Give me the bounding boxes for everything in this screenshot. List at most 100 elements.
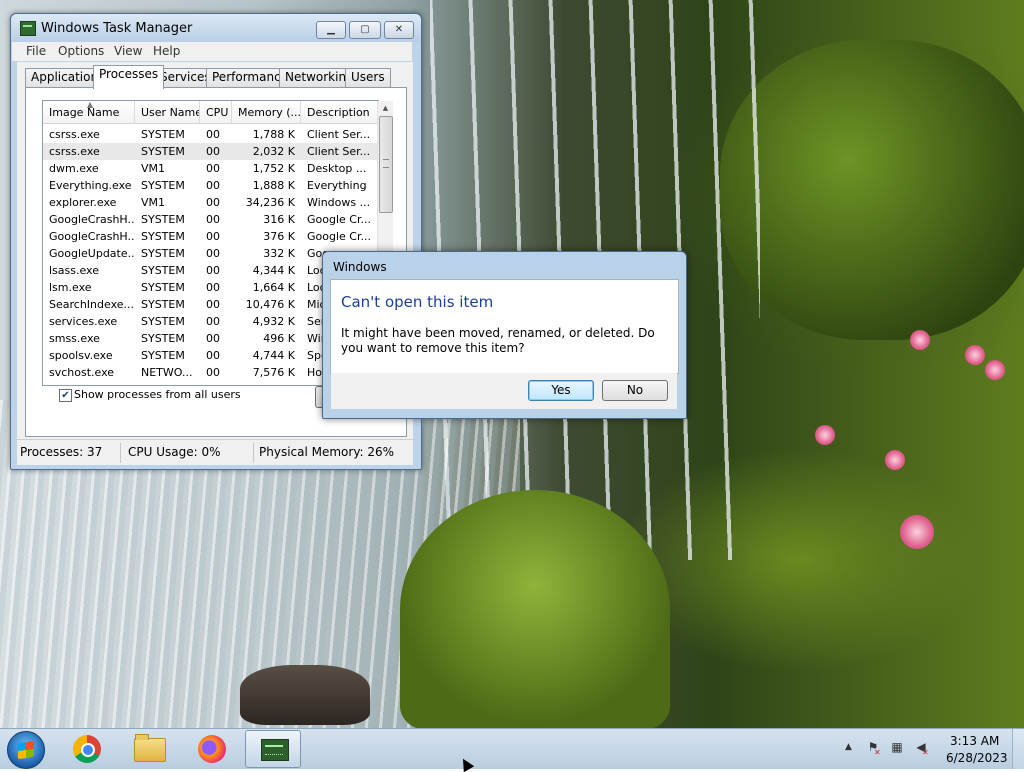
cell-image-name: lsm.exe [49,281,92,294]
table-row[interactable]: Everything.exe SYSTEM 00 1,888 K Everything [43,177,378,194]
cell-description: Everything [307,179,367,192]
cell-description: Windows ... [307,196,371,209]
wallpaper-rock [240,665,370,725]
cell-memory: 4,344 K [252,264,295,277]
show-hidden-icons-icon[interactable]: ▲ [845,742,852,752]
sort-ascending-icon: ▲ [87,101,94,109]
tab-processes[interactable]: Processes [93,65,165,89]
cell-user-name: SYSTEM [141,332,185,345]
cell-memory: 7,576 K [252,366,295,379]
cell-image-name: dwm.exe [49,162,99,175]
close-button[interactable]: ✕ [384,21,414,39]
cell-cpu: 00 [206,366,220,379]
column-header-memory[interactable]: Memory (... [232,101,301,123]
cell-image-name: spoolsv.exe [49,349,113,362]
cell-image-name: Everything.exe [49,179,132,192]
volume-muted-icon[interactable]: ◀ ✕ [914,740,928,757]
cell-cpu: 00 [206,315,220,328]
column-header-user-name[interactable]: User Name [135,101,200,123]
wallpaper-flower [885,450,905,470]
wallpaper-moss-rock [400,490,670,728]
no-button[interactable]: No [602,380,668,401]
task-manager-app-icon [20,21,36,36]
dialog-footer: Yes No [331,373,677,409]
scroll-up-arrow-icon[interactable]: ▲ [378,101,393,115]
cell-cpu: 00 [206,230,220,243]
cell-user-name: SYSTEM [141,298,185,311]
column-header-description[interactable]: Description [301,101,378,123]
column-header-image-name[interactable]: ▲ Image Name [43,101,135,123]
cell-image-name: csrss.exe [49,145,100,158]
menu-help[interactable]: Help [153,44,180,58]
menu-bar: File Options View Help [12,42,412,61]
cell-cpu: 00 [206,128,220,141]
cell-image-name: services.exe [49,315,118,328]
minimize-button[interactable]: ▁ [316,21,346,39]
dialog-title: Windows [333,260,387,274]
cell-user-name: SYSTEM [141,315,185,328]
taskbar-firefox-button[interactable] [183,730,239,768]
show-desktop-button[interactable] [1012,729,1024,769]
show-all-users-checkbox[interactable]: ✔ [59,389,72,402]
cell-description: Desktop ... [307,162,367,175]
table-row[interactable]: explorer.exe VM1 00 34,236 K Windows ... [43,194,378,211]
cell-memory: 316 K [263,213,295,226]
cell-cpu: 00 [206,179,220,192]
cell-cpu: 00 [206,332,220,345]
network-icon[interactable]: ▦ [890,740,904,754]
menu-options[interactable]: Options [58,44,104,58]
task-manager-titlebar[interactable]: Windows Task Manager ▁ ▢ ✕ [11,14,421,42]
menu-view[interactable]: View [114,44,142,58]
cell-cpu: 00 [206,298,220,311]
status-bar: Processes: 37 CPU Usage: 0% Physical Mem… [17,439,413,465]
cant-open-dialog[interactable]: Windows Can't open this item It might ha… [322,251,687,419]
cell-cpu: 00 [206,247,220,260]
wallpaper-moss [720,40,1024,340]
cell-description: Google Cr... [307,213,371,226]
cell-memory: 1,788 K [252,128,295,141]
action-center-flag-icon[interactable]: ⚑ ✕ [866,740,881,757]
cell-image-name: GoogleUpdate... [49,247,135,260]
table-row[interactable]: csrss.exe SYSTEM 00 1,788 K Client Ser... [43,126,378,143]
clock-date[interactable]: 6/28/2023 [946,751,1008,765]
taskbar: ▲ ⚑ ✕ ▦ ◀ ✕ 3:13 AM 6/28/2023 [0,728,1024,769]
window-title: Windows Task Manager [41,21,193,36]
cell-image-name: SearchIndexe... [49,298,134,311]
tab-users[interactable]: Users [345,68,391,87]
cell-memory: 376 K [263,230,295,243]
taskbar-file-explorer-button[interactable] [121,730,177,768]
cell-memory: 10,476 K [245,298,295,311]
taskbar-task-manager-button[interactable] [245,730,301,768]
scrollbar-thumb[interactable] [379,116,393,213]
taskbar-chrome-button[interactable] [58,730,114,768]
wallpaper-flower [900,515,934,549]
maximize-button[interactable]: ▢ [349,21,381,39]
clock-time[interactable]: 3:13 AM [950,734,999,748]
yes-button[interactable]: Yes [528,380,594,401]
wallpaper-flower [985,360,1005,380]
cell-user-name: SYSTEM [141,349,185,362]
table-row[interactable]: dwm.exe VM1 00 1,752 K Desktop ... [43,160,378,177]
cell-user-name: NETWO... [141,366,193,379]
table-row[interactable]: GoogleCrashH... SYSTEM 00 316 K Google Cr... [43,211,378,228]
cell-memory: 4,744 K [252,349,295,362]
cell-description: Client Ser... [307,145,371,158]
file-explorer-icon [134,734,166,762]
task-manager-icon [261,739,289,761]
chrome-icon [73,735,101,763]
cell-memory: 2,032 K [252,145,295,158]
cell-cpu: 00 [206,264,220,277]
firefox-icon [198,735,226,763]
cell-memory: 34,236 K [245,196,295,209]
cell-memory: 4,932 K [252,315,295,328]
start-button[interactable] [7,731,45,769]
cell-memory: 1,664 K [252,281,295,294]
menu-file[interactable]: File [26,44,46,58]
cell-memory: 1,752 K [252,162,295,175]
table-row[interactable]: csrss.exe SYSTEM 00 2,032 K Client Ser... [43,143,378,160]
table-row[interactable]: GoogleCrashH... SYSTEM 00 376 K Google Cr... [43,228,378,245]
status-physical-memory: Physical Memory: 26% [259,445,395,459]
column-header-cpu[interactable]: CPU [200,101,232,123]
dialog-message: It might have been moved, renamed, or de… [341,326,655,355]
scrollbar-grip-icon [383,159,389,168]
